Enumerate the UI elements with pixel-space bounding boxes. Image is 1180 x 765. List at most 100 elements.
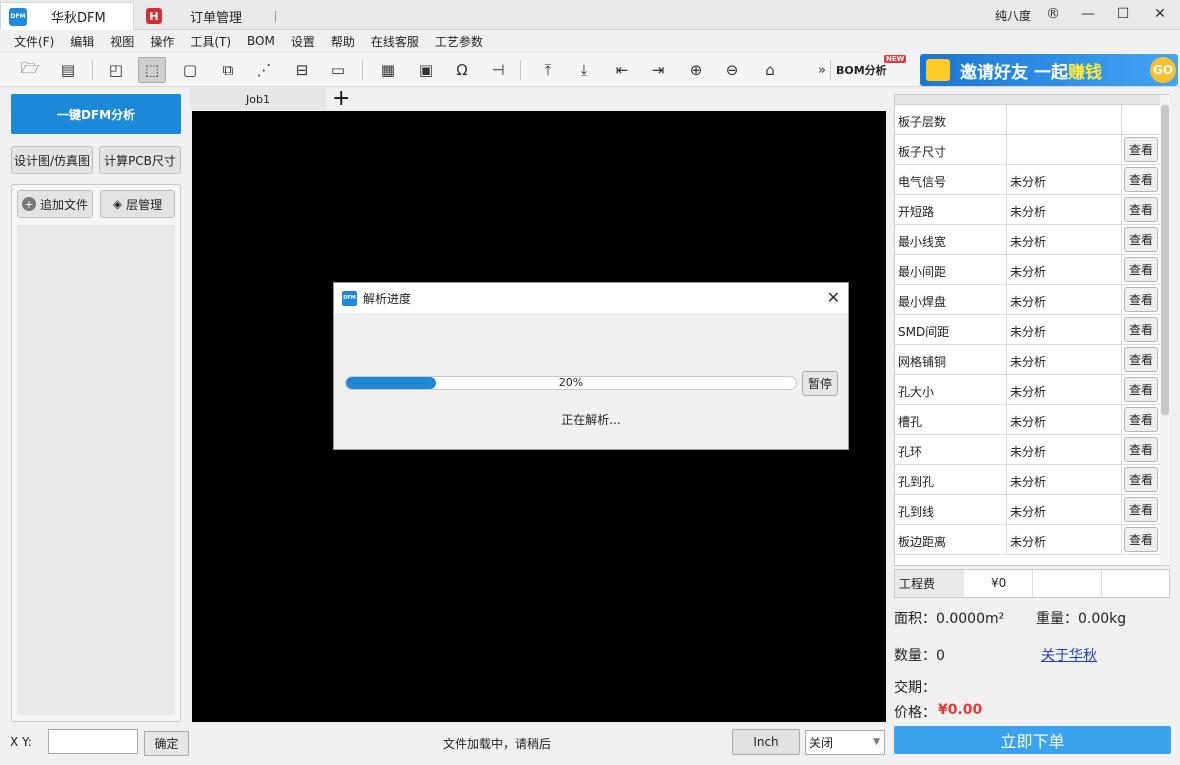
capacitor-icon[interactable]: ⊣ <box>484 57 512 83</box>
invite-banner[interactable]: 邀请好友 一起 赚钱 GO <box>920 54 1178 86</box>
xy-input[interactable] <box>48 729 138 754</box>
zoom-box-icon[interactable]: ▢ <box>176 57 204 83</box>
column-divider <box>1121 525 1122 554</box>
align-bottom-icon[interactable]: ⤓ <box>570 57 598 83</box>
align-right-icon[interactable]: ⇥ <box>644 57 672 83</box>
column-divider <box>1006 525 1007 554</box>
column-divider <box>1006 465 1007 494</box>
banner-text-earn: 赚钱 <box>1068 62 1102 83</box>
close-icon[interactable]: ✕ <box>1150 4 1170 24</box>
check-item-name: 最小线宽 <box>898 235 947 249</box>
component-icon[interactable]: ⊟ <box>288 57 316 83</box>
column-divider <box>1121 195 1122 224</box>
menu-file[interactable]: 文件(F) <box>6 33 62 50</box>
check-item-status: 未分析 <box>1010 205 1047 219</box>
net-trace-icon[interactable]: ⋰ <box>250 57 278 83</box>
minimize-icon[interactable]: — <box>1078 4 1098 24</box>
quantity-text: 数量：0 <box>894 648 945 664</box>
fee-divider <box>1032 570 1033 597</box>
add-file-button[interactable]: + 追加文件 <box>17 190 93 218</box>
column-divider <box>1121 405 1122 434</box>
align-left-icon[interactable]: ⇤ <box>608 57 636 83</box>
more-icon[interactable]: » <box>808 57 836 83</box>
view-button[interactable]: 查看 <box>1124 227 1158 252</box>
dfm-logo-icon: DFM <box>9 7 27 26</box>
column-divider <box>1006 165 1007 194</box>
about-huaqiu-link[interactable]: 关于华秋 <box>1041 645 1097 665</box>
menu-settings[interactable]: 设置 <box>283 33 323 50</box>
view-button[interactable]: 查看 <box>1124 437 1158 462</box>
qr-grid-icon[interactable]: ▦ <box>374 57 402 83</box>
mode-select[interactable]: 关闭 ▼ <box>805 730 885 755</box>
unit-inch-button[interactable]: Inch <box>732 729 800 755</box>
ohm-icon[interactable]: Ω <box>448 57 476 83</box>
maximize-icon[interactable]: ☐ <box>1113 4 1133 24</box>
table-row: 最小间距 未分析 查看 <box>895 255 1169 285</box>
scrollbar-thumb[interactable] <box>1161 105 1169 415</box>
view-button[interactable]: 查看 <box>1124 317 1158 342</box>
tab-label: 华秋DFM <box>51 11 106 26</box>
file-list[interactable] <box>17 225 175 715</box>
menu-view[interactable]: 视图 <box>102 33 142 50</box>
order-now-button[interactable]: 立即下单 <box>894 726 1171 754</box>
zoom-in-icon[interactable]: ⊕ <box>682 57 710 83</box>
view-button[interactable]: 查看 <box>1124 287 1158 312</box>
view-button[interactable]: 查看 <box>1124 467 1158 492</box>
check-item-name: 板边距离 <box>898 535 947 549</box>
close-icon[interactable]: ✕ <box>827 288 840 307</box>
check-item-status: 未分析 <box>1010 415 1047 429</box>
pdf-export-icon[interactable]: ▤ <box>54 57 82 83</box>
view-button[interactable]: 查看 <box>1124 257 1158 282</box>
user-icon[interactable]: ® <box>1043 4 1063 24</box>
user-name[interactable]: 纯八度 <box>995 7 1031 24</box>
bom-analysis-button[interactable]: BOM分析 <box>836 62 887 78</box>
column-divider <box>1121 315 1122 344</box>
menu-process-params[interactable]: 工艺参数 <box>427 33 491 50</box>
view-button[interactable]: 查看 <box>1124 377 1158 402</box>
view-button[interactable]: 查看 <box>1124 347 1158 372</box>
view-button[interactable]: 查看 <box>1124 407 1158 432</box>
open-folder-icon[interactable]: 🗁 <box>16 57 44 83</box>
measure-box-icon[interactable]: ⧉ <box>214 57 242 83</box>
calc-pcb-size-button[interactable]: 计算PCB尺寸 <box>99 146 181 174</box>
tab-order-management[interactable]: H 订单管理 <box>146 2 276 30</box>
confirm-button[interactable]: 确定 <box>144 731 189 756</box>
design-sim-button[interactable]: 设计图/仿真图 <box>11 146 93 174</box>
menu-online-service[interactable]: 在线客服 <box>363 33 427 50</box>
one-click-dfm-button[interactable]: 一键DFM分析 <box>11 94 181 134</box>
weight-text: 重量：0.00kg <box>1036 611 1127 627</box>
chip-icon[interactable]: ▣ <box>412 57 440 83</box>
check-item-name: 电气信号 <box>898 175 947 189</box>
table-row: 板边距离 未分析 查看 <box>895 525 1169 555</box>
add-tab-icon[interactable]: + <box>332 86 350 111</box>
table-row: 孔到线 未分析 查看 <box>895 495 1169 525</box>
pause-button[interactable]: 暂停 <box>802 371 838 396</box>
menu-edit[interactable]: 编辑 <box>62 33 102 50</box>
check-item-name: 板子尺寸 <box>898 145 947 159</box>
select-cursor-icon[interactable]: ⬚ <box>138 57 166 83</box>
go-icon: GO <box>1150 57 1176 83</box>
view-button[interactable]: 查看 <box>1124 197 1158 222</box>
layer-management-button[interactable]: ◈ 层管理 <box>100 190 175 218</box>
table-row: SMD间距 未分析 查看 <box>895 315 1169 345</box>
menu-tools[interactable]: 工具(T) <box>182 33 239 50</box>
check-item-status: 未分析 <box>1010 175 1047 189</box>
table-scrollbar[interactable] <box>1160 95 1170 565</box>
dialog-header: DFM 解析进度 ✕ <box>334 283 848 313</box>
toolbar-divider <box>520 60 521 80</box>
menu-bom[interactable]: BOM <box>239 34 283 48</box>
home-icon[interactable]: ⌂ <box>756 57 784 83</box>
tab-job1[interactable]: Job1 <box>190 88 326 110</box>
view-button[interactable]: 查看 <box>1124 167 1158 192</box>
view-button[interactable]: 查看 <box>1124 497 1158 522</box>
view-button[interactable]: 查看 <box>1124 137 1158 162</box>
zoom-out-icon[interactable]: ⊖ <box>718 57 746 83</box>
gift-icon <box>926 59 950 81</box>
window-layout-icon[interactable]: ◰ <box>102 57 130 83</box>
tab-huaqiu-dfm[interactable]: DFM 华秋DFM <box>0 2 134 30</box>
menu-operate[interactable]: 操作 <box>142 33 182 50</box>
view-button[interactable]: 查看 <box>1124 527 1158 552</box>
ruler-icon[interactable]: ▭ <box>324 57 352 83</box>
menu-help[interactable]: 帮助 <box>323 33 363 50</box>
align-top-icon[interactable]: ⤒ <box>534 57 562 83</box>
